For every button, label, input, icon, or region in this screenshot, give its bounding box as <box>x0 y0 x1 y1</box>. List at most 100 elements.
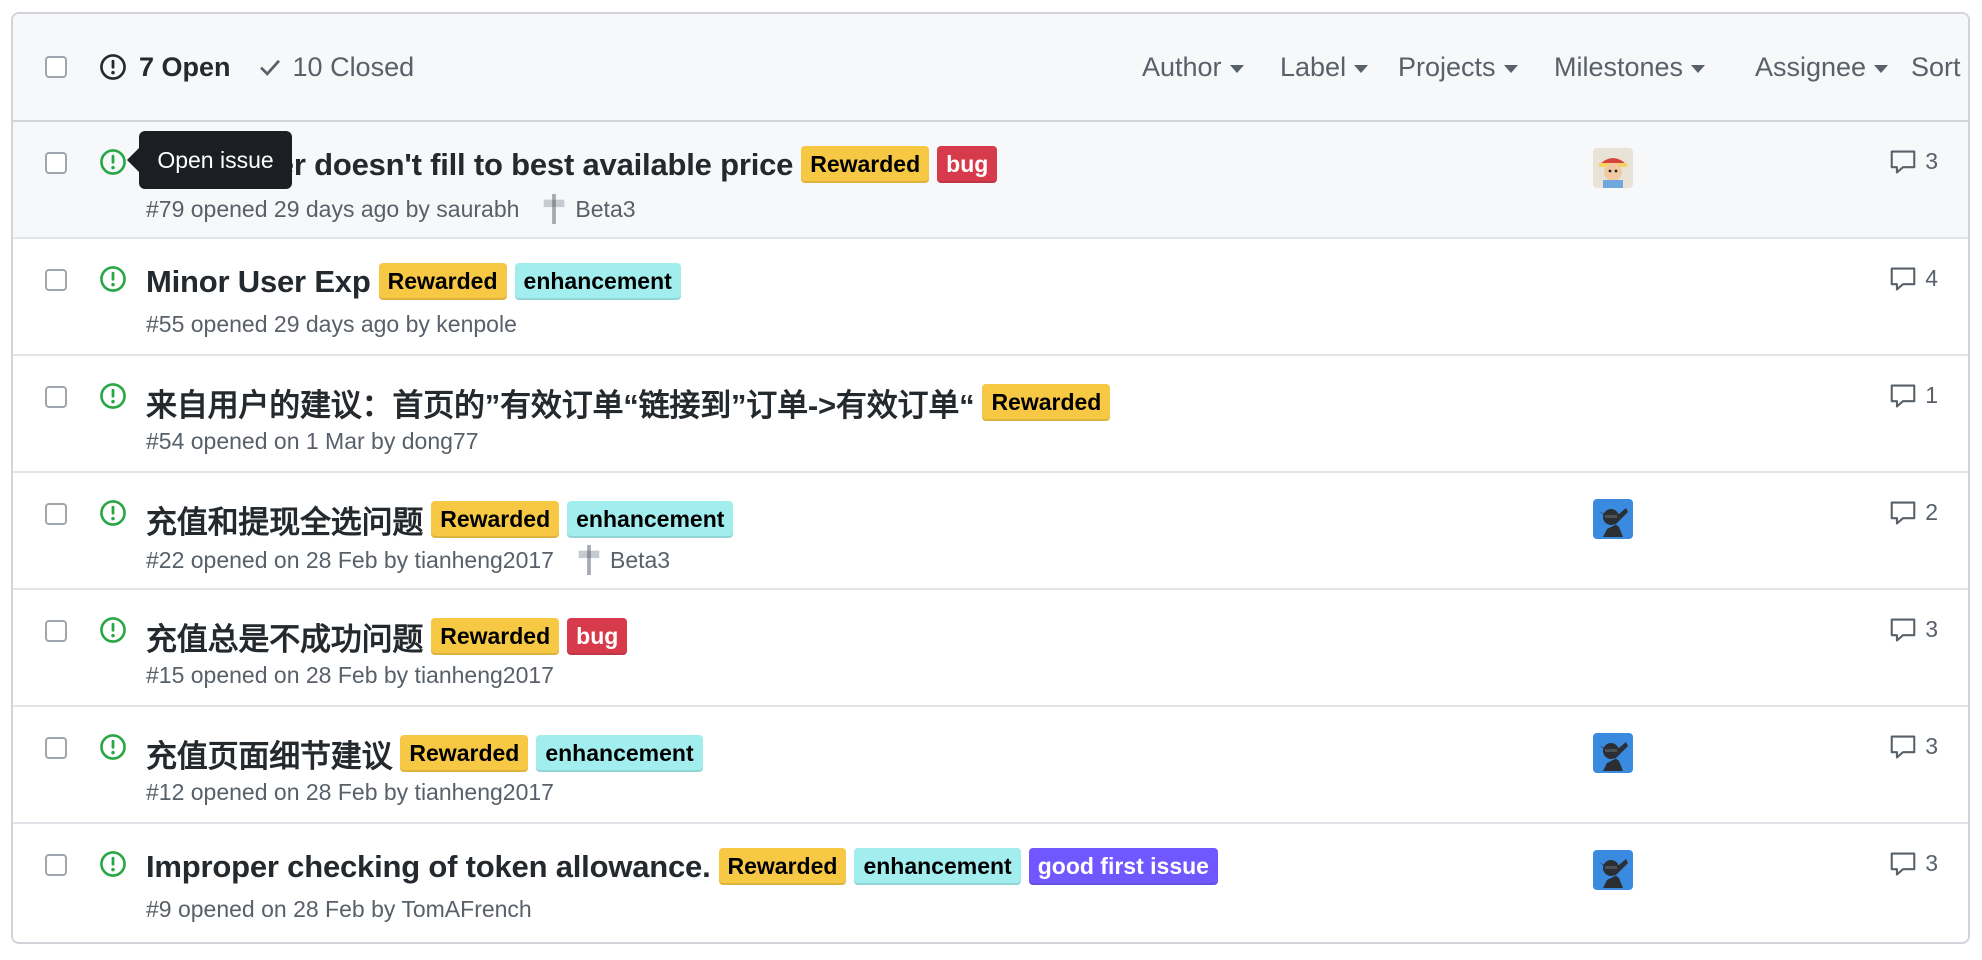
assignee-avatar[interactable] <box>1593 733 1633 773</box>
issue-opened-icon <box>100 266 126 292</box>
milestone-link[interactable]: Beta3 <box>578 545 670 575</box>
label-good-first-issue[interactable]: good first issue <box>1028 848 1218 885</box>
issue-row[interactable]: Limit order doesn't fill to best availab… <box>13 122 1968 239</box>
issue-labels: Rewarded enhancement good first issue <box>711 848 1218 885</box>
issue-checkbox[interactable] <box>45 737 67 759</box>
comments-link[interactable]: 3 <box>1889 148 1938 175</box>
issue-title-link[interactable]: 充值总是不成功问题 <box>146 614 423 659</box>
issue-labels: Rewarded enhancement <box>423 501 734 538</box>
comment-icon <box>1890 267 1916 290</box>
comment-count: 3 <box>1925 850 1938 876</box>
dab-avatar-icon <box>1593 850 1633 890</box>
issue-row[interactable]: Improper checking of token allowance. Re… <box>13 824 1968 941</box>
issue-opened-by: #54 opened on 1 Mar by dong77 <box>146 428 479 454</box>
comments-link[interactable]: 3 <box>1889 850 1938 877</box>
issue-meta: #54 opened on 1 Mar by dong77 <box>146 428 479 455</box>
issue-checkbox[interactable] <box>45 269 67 291</box>
issue-opened-icon <box>100 149 126 175</box>
comment-count: 3 <box>1925 148 1938 174</box>
label-bug[interactable]: bug <box>937 146 998 183</box>
issue-title-line: 来自用户的建议：首页的”有效订单“链接到”订单->有效订单“ Rewarded <box>146 380 1111 425</box>
comments-link[interactable]: 3 <box>1889 616 1938 643</box>
issue-title-line: 充值页面细节建议 Rewarded enhancement <box>146 731 703 776</box>
open-issue-tooltip: Open issue <box>127 131 292 189</box>
projects-filter[interactable]: Projects <box>1398 14 1518 120</box>
issue-labels: Rewarded <box>974 384 1111 421</box>
label-rewarded[interactable]: Rewarded <box>431 618 560 655</box>
issue-checkbox[interactable] <box>45 854 67 876</box>
label-rewarded[interactable]: Rewarded <box>982 384 1111 421</box>
comment-icon <box>1890 501 1916 524</box>
comment-icon <box>1890 618 1916 641</box>
comments-link[interactable]: 4 <box>1889 265 1938 292</box>
issue-opened-by: #22 opened on 28 Feb by tianheng2017 <box>146 546 554 573</box>
sort-dropdown[interactable]: Sort <box>1911 14 1968 120</box>
issue-checkbox[interactable] <box>45 503 67 525</box>
dab-avatar-icon <box>1593 733 1633 773</box>
issue-opened-icon <box>100 734 126 760</box>
issue-opened-by: #55 opened 29 days ago by kenpole <box>146 311 517 337</box>
open-issues-label: 7 Open <box>139 51 231 82</box>
pirate-avatar-icon <box>1593 148 1633 188</box>
label-rewarded[interactable]: Rewarded <box>431 501 560 538</box>
issue-row[interactable]: 充值总是不成功问题 Rewarded bug #15 opened on 28 F… <box>13 590 1968 707</box>
comment-icon <box>1890 150 1916 173</box>
label-bug[interactable]: bug <box>567 618 628 655</box>
closed-issues-link[interactable]: 10 Closed <box>259 52 414 83</box>
issue-title-link[interactable]: Improper checking of token allowance. <box>146 849 711 885</box>
issue-title-link[interactable]: 充值和提现全选问题 <box>146 497 423 542</box>
check-icon <box>259 59 280 76</box>
issue-title-link[interactable]: 来自用户的建议：首页的”有效订单“链接到”订单->有效订单“ <box>146 380 975 425</box>
issue-rows: Limit order doesn't fill to best availab… <box>13 122 1968 941</box>
issue-checkbox[interactable] <box>45 386 67 408</box>
label-enhancement[interactable]: enhancement <box>567 501 734 538</box>
author-filter[interactable]: Author <box>1142 14 1244 120</box>
comments-link[interactable]: 3 <box>1889 733 1938 760</box>
issue-row[interactable]: 充值页面细节建议 Rewarded enhancement #12 opened … <box>13 707 1968 824</box>
label-rewarded[interactable]: Rewarded <box>378 263 507 300</box>
open-issues-link[interactable]: 7 Open <box>99 52 231 83</box>
comments-link[interactable]: 1 <box>1889 382 1938 409</box>
issue-labels: Rewarded bug <box>793 146 998 183</box>
label-filter[interactable]: Label <box>1280 14 1369 120</box>
issue-meta: #12 opened on 28 Feb by tianheng2017 <box>146 779 554 806</box>
assignee-avatar[interactable] <box>1593 499 1633 539</box>
label-enhancement[interactable]: enhancement <box>854 848 1021 885</box>
issue-title-link[interactable]: 充值页面细节建议 <box>146 731 393 776</box>
issue-checkbox[interactable] <box>45 152 67 174</box>
issue-title-line: Minor User Exp Rewarded enhancement <box>146 263 681 300</box>
assignee-filter[interactable]: Assignee <box>1755 14 1889 120</box>
issue-title-line: 充值和提现全选问题 Rewarded enhancement <box>146 497 734 542</box>
caret-down-icon <box>1691 65 1706 73</box>
comments-link[interactable]: 2 <box>1889 499 1938 526</box>
caret-down-icon <box>1229 65 1244 73</box>
comment-count: 2 <box>1925 499 1938 525</box>
comment-icon <box>1890 852 1916 875</box>
milestone-icon <box>578 545 600 575</box>
label-rewarded[interactable]: Rewarded <box>801 146 930 183</box>
issue-title-link[interactable]: Minor User Exp <box>146 264 371 300</box>
issue-row[interactable]: Minor User Exp Rewarded enhancement #55 o… <box>13 239 1968 356</box>
milestones-filter[interactable]: Milestones <box>1554 14 1706 120</box>
issue-state-toggle: 7 Open 10 Closed <box>99 52 414 83</box>
label-rewarded[interactable]: Rewarded <box>400 735 529 772</box>
issue-meta: #79 opened 29 days ago by saurabh Beta3 <box>146 194 636 224</box>
label-rewarded[interactable]: Rewarded <box>718 848 847 885</box>
issue-checkbox[interactable] <box>45 620 67 642</box>
label-enhancement[interactable]: enhancement <box>536 735 703 772</box>
milestone-name: Beta3 <box>575 195 636 222</box>
issues-list-box: 7 Open 10 Closed Author Label Projects M… <box>11 12 1970 944</box>
comment-count: 1 <box>1925 382 1938 408</box>
milestone-link[interactable]: Beta3 <box>543 194 636 224</box>
assignee-avatar[interactable] <box>1593 850 1633 890</box>
issue-row[interactable]: 来自用户的建议：首页的”有效订单“链接到”订单->有效订单“ Rewarded … <box>13 356 1968 473</box>
issue-meta: #9 opened on 28 Feb by TomAFrench <box>146 896 532 923</box>
issues-list-header: 7 Open 10 Closed Author Label Projects M… <box>13 14 1968 122</box>
select-all-checkbox[interactable] <box>45 56 67 78</box>
issue-row[interactable]: 充值和提现全选问题 Rewarded enhancement #22 opened… <box>13 473 1968 590</box>
issue-opened-icon <box>100 383 126 409</box>
issue-title-line: 充值总是不成功问题 Rewarded bug <box>146 614 628 659</box>
issue-opened-icon <box>100 851 126 877</box>
assignee-avatar[interactable] <box>1593 148 1633 188</box>
label-enhancement[interactable]: enhancement <box>514 263 681 300</box>
